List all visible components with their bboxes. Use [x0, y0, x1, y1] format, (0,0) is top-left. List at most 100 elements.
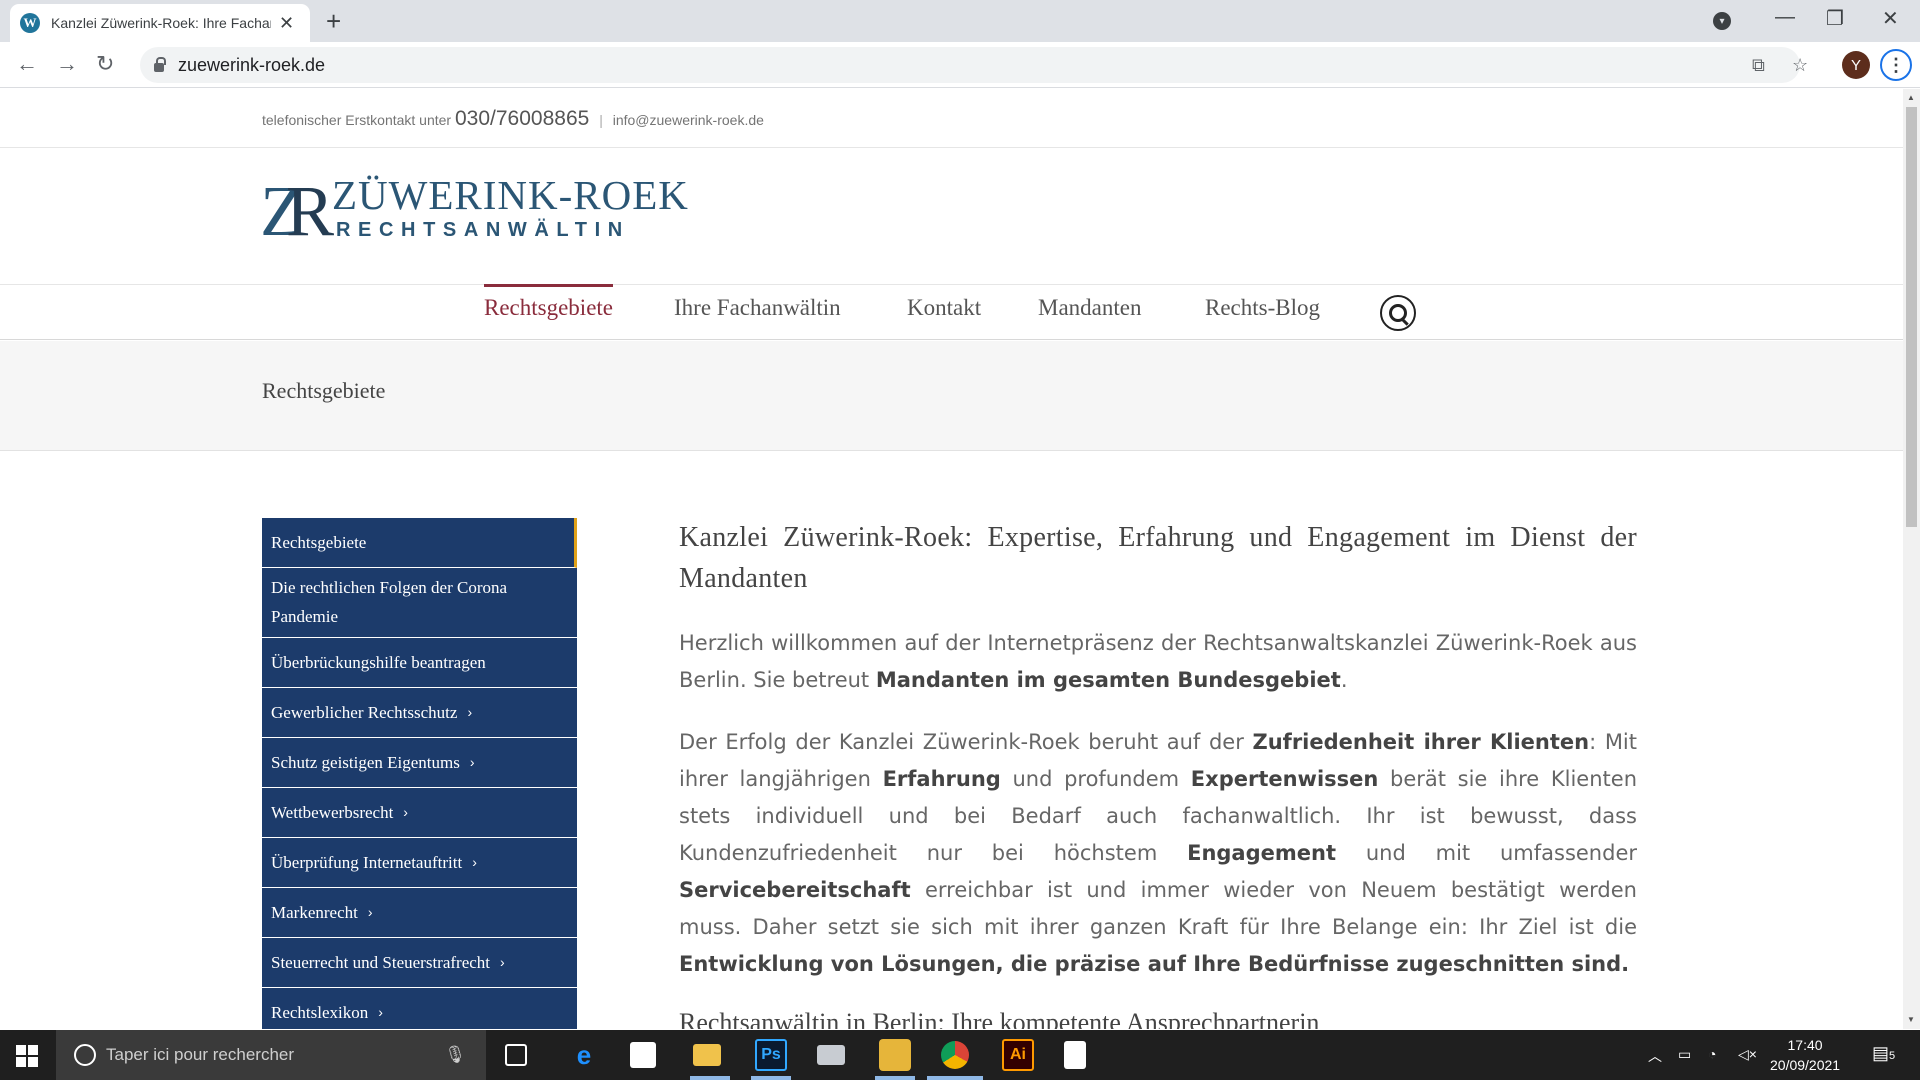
section-heading: Rechtsanwältin in Berlin: Ihre kompetent… — [679, 1008, 1320, 1029]
sidebar-item-label: Überbrückungshilfe beantragen — [271, 652, 486, 672]
text-bold: Servicebereitschaft — [679, 878, 911, 902]
sidebar-item-ueberbrueckungshilfe[interactable]: Überbrückungshilfe beantragen — [262, 638, 577, 688]
text-bold: Erfahrung — [882, 767, 1001, 791]
lock-icon[interactable] — [154, 56, 166, 72]
taskbar-search[interactable]: Taper ici pour rechercher 🎙 — [56, 1030, 486, 1080]
new-tab-button[interactable]: + — [326, 6, 341, 37]
sidebar-item-wettbewerbsrecht[interactable]: Wettbewerbsrecht › — [262, 788, 577, 838]
web-page: telefonischer Erstkontakt unter 030/7600… — [0, 89, 1903, 1029]
nav-item-rechts-blog[interactable]: Rechts-Blog — [1205, 295, 1320, 321]
main-content: Kanzlei Züwerink-Roek: Expertise, Erfahr… — [679, 517, 1637, 1029]
file-explorer-icon[interactable] — [693, 1044, 721, 1066]
bookmark-star-icon[interactable]: ☆ — [1792, 55, 1808, 76]
nav-item-rechtsgebiete[interactable]: Rechtsgebiete — [484, 284, 614, 321]
browser-toolbar: ← → ↻ zuewerink-roek.de ⧉ ☆ Y ⋮ — [0, 42, 1920, 88]
edge-icon[interactable]: e — [568, 1039, 600, 1071]
sidebar-menu: Rechtsgebiete Die rechtlichen Folgen der… — [262, 518, 577, 1029]
active-indicator — [927, 1076, 983, 1080]
active-indicator — [875, 1076, 915, 1080]
battery-icon[interactable]: ▭ — [1678, 1046, 1691, 1063]
translate-icon[interactable]: ⧉ — [1752, 55, 1765, 76]
contact-topbar: telefonischer Erstkontakt unter 030/7600… — [0, 89, 1903, 148]
sidebar-item-steuerrecht[interactable]: Steuerrecht und Steuerstrafrecht › — [262, 938, 577, 988]
gallery-icon[interactable] — [879, 1039, 911, 1071]
minimize-icon[interactable]: — — [1775, 6, 1795, 29]
intro-paragraph: Herzlich willkommen auf der Internetpräs… — [679, 625, 1637, 699]
chrome-icon[interactable] — [941, 1041, 969, 1069]
restore-icon[interactable]: ❐ — [1826, 6, 1844, 31]
tab-search-icon[interactable]: ▾ — [1713, 12, 1731, 30]
notification-icon[interactable]: ▤5 — [1872, 1043, 1895, 1064]
contact-prefix: telefonischer Erstkontakt unter — [262, 112, 452, 128]
browser-menu-icon[interactable]: ⋮ — [1880, 49, 1912, 81]
chevron-right-icon: › — [500, 953, 505, 970]
reload-icon[interactable]: ↻ — [96, 51, 114, 77]
address-bar[interactable]: zuewerink-roek.de ⧉ ☆ — [140, 47, 1808, 83]
browser-tabstrip: W Kanzlei Züwerink-Roek: Ihre Fachanwält… — [0, 0, 1920, 42]
calculator-icon[interactable] — [1064, 1041, 1086, 1069]
store-icon[interactable] — [630, 1042, 656, 1068]
active-indicator — [751, 1076, 791, 1080]
illustrator-icon[interactable]: Ai — [1002, 1039, 1034, 1071]
clock-date: 20/09/2021 — [1770, 1057, 1841, 1073]
sidebar-item-rechtsgebiete[interactable]: Rechtsgebiete — [262, 518, 577, 568]
task-view-icon[interactable] — [505, 1044, 527, 1066]
nav-item-fachanwaeltin[interactable]: Ihre Fachanwältin — [674, 295, 841, 321]
phone-link[interactable]: 030/76008865 — [455, 107, 589, 130]
search-icon[interactable] — [1380, 295, 1416, 331]
nav-item-mandanten[interactable]: Mandanten — [1038, 295, 1141, 321]
text-run: und mit umfassender — [1336, 841, 1637, 865]
windows-start-icon[interactable] — [16, 1045, 38, 1067]
photoshop-icon[interactable]: Ps — [755, 1039, 787, 1071]
text-bold: Zufriedenheit ihrer Klienten — [1252, 730, 1590, 754]
contact-separator: | — [599, 112, 603, 128]
volume-icon[interactable]: ◁× — [1738, 1046, 1757, 1063]
taskbar-search-placeholder[interactable]: Taper ici pour rechercher — [106, 1045, 294, 1065]
back-icon[interactable]: ← — [16, 51, 38, 77]
url-text[interactable]: zuewerink-roek.de — [178, 55, 325, 76]
wordpress-icon: W — [20, 13, 40, 33]
text-bold: Entwicklung von Lösungen, die präzise au… — [679, 952, 1630, 976]
sidebar-item-markenrecht[interactable]: Markenrecht › — [262, 888, 577, 938]
main-navigation: Rechtsgebiete Ihre Fachanwältin Kontakt … — [0, 284, 1903, 340]
scroll-thumb[interactable] — [1906, 107, 1917, 527]
sidebar-item-label: Markenrecht — [271, 902, 358, 922]
wifi-icon[interactable]: ◔ — [1708, 1046, 1716, 1062]
logo-monogram-r: R — [285, 171, 334, 251]
microphone-icon[interactable]: 🎙 — [444, 1045, 466, 1065]
browser-tab[interactable]: W Kanzlei Züwerink-Roek: Ihre Fachanwält… — [10, 4, 310, 42]
close-window-icon[interactable]: ✕ — [1882, 6, 1899, 31]
chevron-right-icon: › — [403, 803, 408, 820]
chevron-right-icon: › — [467, 703, 473, 720]
logo-name: ZÜWERINK-ROEK — [332, 172, 689, 218]
chevron-right-icon: › — [469, 753, 475, 770]
sidebar-item-label: Steuerrecht und Steuerstrafrecht — [271, 952, 491, 972]
nav-item-kontakt[interactable]: Kontakt — [907, 295, 981, 321]
scroll-up-icon[interactable]: ▲ — [1907, 93, 1915, 102]
close-tab-icon[interactable]: ✕ — [279, 13, 294, 34]
page-title: Rechtsgebiete — [262, 378, 386, 403]
sidebar-item-label: Schutz geistigen Eigentums — [271, 752, 460, 772]
email-link[interactable]: info@zuewerink-roek.de — [613, 112, 764, 128]
sidebar-item-rechtslexikon[interactable]: Rechtslexikon › — [262, 988, 577, 1029]
sidebar-item-corona[interactable]: Die rechtlichen Folgen der Corona Pandem… — [262, 568, 577, 638]
forward-icon[interactable]: → — [56, 51, 78, 77]
notification-count: 5 — [1889, 1050, 1896, 1062]
taskbar-clock[interactable]: 17:40 20/09/2021 — [1770, 1035, 1840, 1075]
sidebar-item-geistiges-eigentum[interactable]: Schutz geistigen Eigentums › — [262, 738, 577, 788]
site-logo[interactable]: ZR ZÜWERINK-ROEK RECHTSANWÄLTIN — [260, 171, 688, 261]
logo-subtitle: RECHTSANWÄLTIN — [336, 219, 630, 241]
tray-chevron-icon[interactable]: ︿ — [1648, 1046, 1662, 1066]
sidebar-item-gewerblicher-rechtsschutz[interactable]: Gewerblicher Rechtsschutz › — [262, 688, 577, 738]
content-heading: Kanzlei Züwerink-Roek: Expertise, Erfahr… — [679, 522, 1637, 594]
text-run: . — [1340, 668, 1348, 692]
cortana-icon — [74, 1044, 96, 1066]
printer-icon[interactable] — [817, 1045, 845, 1065]
sidebar-item-internetauftritt[interactable]: Überprüfung Internetauftritt › — [262, 838, 577, 888]
text-run: und profundem — [1000, 767, 1191, 791]
profile-avatar[interactable]: Y — [1842, 51, 1870, 79]
contact-line: telefonischer Erstkontakt unter 030/7600… — [262, 107, 764, 131]
scroll-down-icon[interactable]: ▼ — [1907, 1015, 1915, 1024]
text-bold: Mandanten im gesamten Bundesgebiet — [875, 668, 1341, 692]
page-scrollbar[interactable]: ▲ ▼ — [1903, 89, 1920, 1029]
